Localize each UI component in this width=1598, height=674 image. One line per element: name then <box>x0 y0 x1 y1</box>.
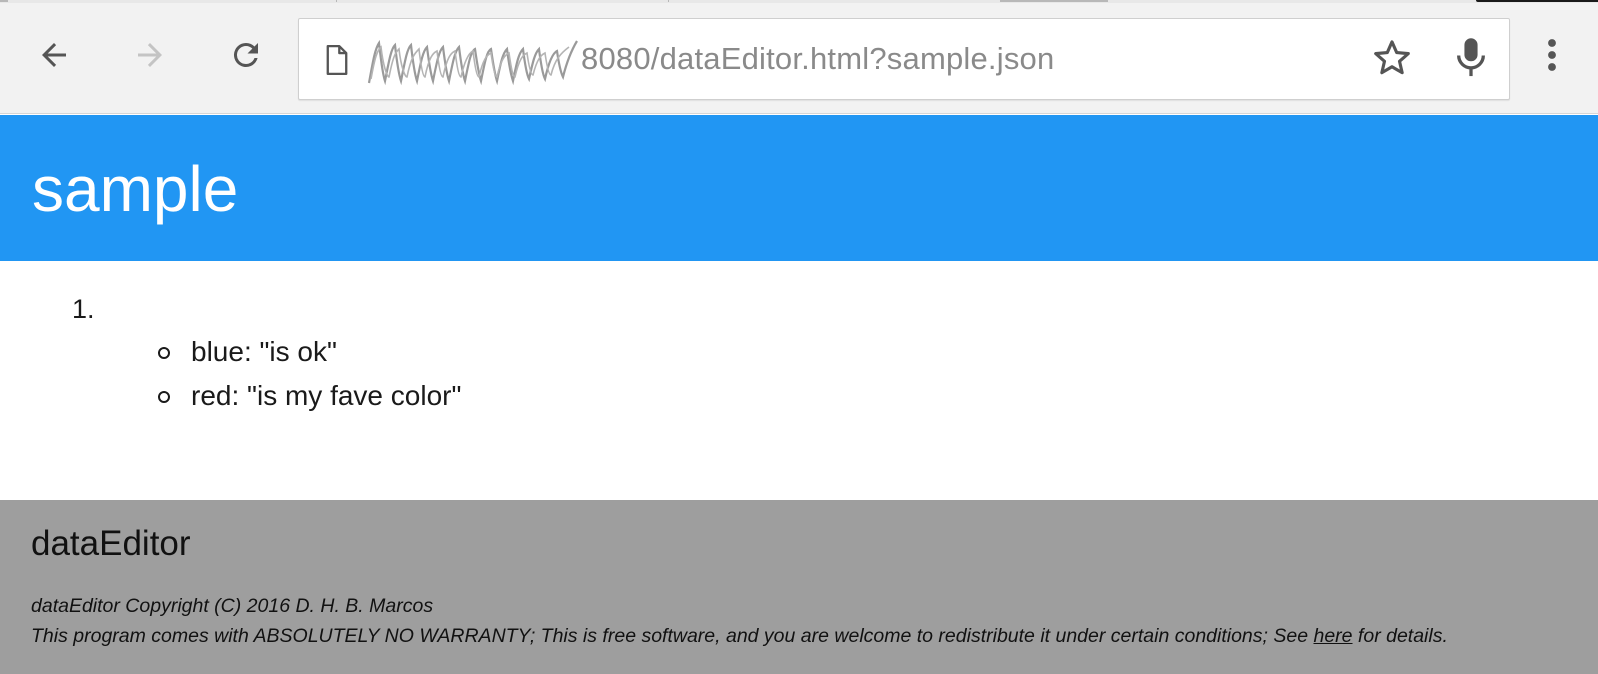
page-title: sample <box>32 153 239 225</box>
page-icon <box>325 45 349 80</box>
page-header: sample <box>0 115 1598 261</box>
page-footer: dataEditor dataEditor Copyright (C) 2016… <box>0 500 1598 674</box>
address-bar[interactable]: 8080/dataEditor.html?sample.json <box>298 18 1510 100</box>
license-link[interactable]: here <box>1313 625 1352 647</box>
active-tab-indicator[interactable] <box>1476 0 1598 2</box>
list-item-number: 1. <box>72 294 95 324</box>
warranty-text-end: for details. <box>1352 625 1448 647</box>
url-text[interactable]: 8080/dataEditor.html?sample.json <box>581 41 1054 77</box>
data-content: 1. blue: "is ok" red: "is my fave color" <box>0 261 1598 500</box>
nested-list: blue: "is ok" red: "is my fave color" <box>158 335 461 423</box>
list-item: blue: "is ok" <box>158 335 461 379</box>
list-item: red: "is my fave color" <box>158 379 461 423</box>
mic-icon[interactable] <box>1451 35 1491 86</box>
arrow-right-icon <box>138 43 162 67</box>
circle-bullet-icon <box>158 391 170 403</box>
arrow-left-icon <box>42 43 66 67</box>
copyright-notice: dataEditor Copyright (C) 2016 D. H. B. M… <box>31 595 434 617</box>
reload-icon <box>233 42 258 67</box>
more-vert-icon[interactable] <box>1524 27 1580 83</box>
tab-divider <box>336 0 337 2</box>
circle-bullet-icon <box>158 347 170 359</box>
star-icon[interactable] <box>1371 37 1413 84</box>
tab-edge <box>1000 0 1108 2</box>
footer-app-name: dataEditor <box>31 524 191 563</box>
tab-divider <box>668 0 669 2</box>
list-item-text: blue: "is ok" <box>191 336 337 367</box>
browser-toolbar: 8080/dataEditor.html?sample.json <box>0 3 1598 114</box>
reload-button[interactable] <box>218 27 274 83</box>
back-button[interactable] <box>26 27 82 83</box>
redacted-host-scribble <box>365 31 581 96</box>
warranty-notice: This program comes with ABSOLUTELY NO WA… <box>31 624 1448 648</box>
list-item-text: red: "is my fave color" <box>191 380 462 411</box>
forward-button[interactable] <box>122 27 178 83</box>
warranty-text: This program comes with ABSOLUTELY NO WA… <box>31 625 1314 647</box>
tab-edge <box>0 0 8 2</box>
